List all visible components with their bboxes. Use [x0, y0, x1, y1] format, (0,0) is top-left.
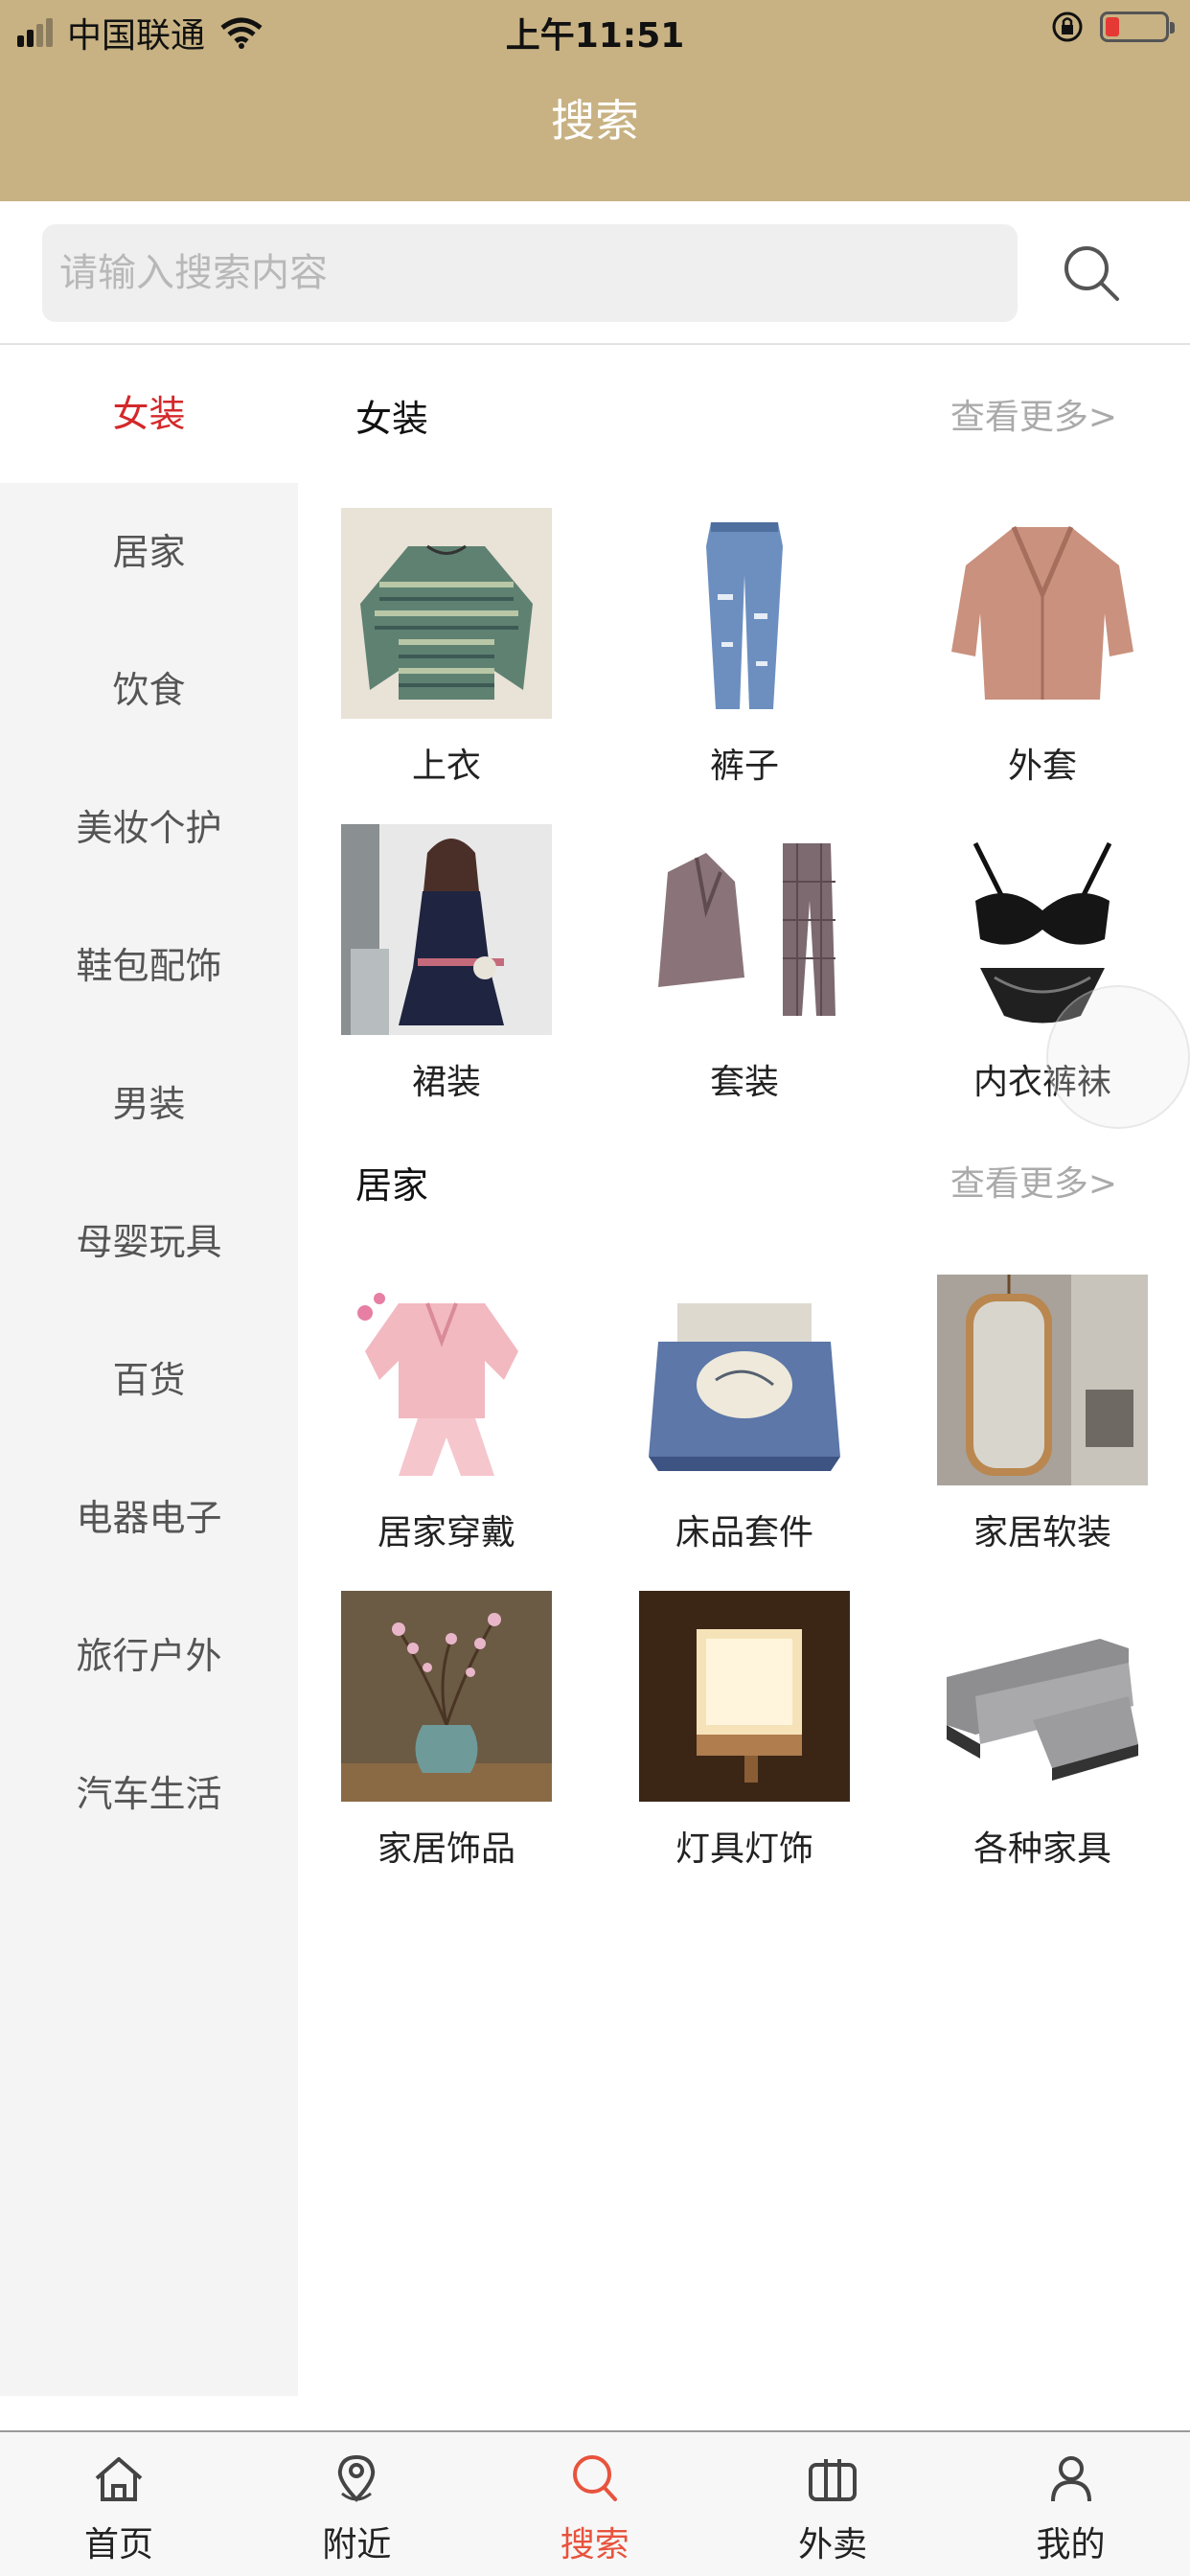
lamp-image [639, 1591, 850, 1802]
section-header: 女装 查看更多> [298, 364, 1190, 460]
sidebar-item-womens[interactable]: 女装 [0, 345, 298, 483]
item-label: 居家穿戴 [377, 1513, 515, 1552]
coat-image [937, 508, 1148, 719]
vase-image [341, 1591, 552, 1802]
sidebar-item-general[interactable]: 百货 [0, 1311, 298, 1449]
section-header: 居家 查看更多> [298, 1131, 1190, 1227]
tab-bar: 首页 附近 搜索 外卖 我的 [0, 2430, 1190, 2576]
sidebar-item-beauty[interactable]: 美妆个护 [0, 759, 298, 897]
sidebar-item-home[interactable]: 居家 [0, 483, 298, 621]
sidebar-item-travel[interactable]: 旅行户外 [0, 1587, 298, 1725]
status-right [1050, 10, 1175, 44]
takeout-icon [809, 2459, 858, 2501]
bedding-image [639, 1275, 850, 1485]
tab-home[interactable]: 首页 [0, 2432, 238, 2576]
home-icon [95, 2457, 143, 2501]
search-row [0, 201, 1190, 345]
status-bar: 中国联通 上午11:51 [0, 0, 1190, 58]
item-label: 灯具灯饰 [675, 1829, 813, 1869]
tab-nearby[interactable]: 附近 [238, 2432, 475, 2576]
category-item[interactable]: 上衣 [341, 508, 552, 795]
section-title: 居家 [355, 1164, 429, 1207]
tab-search[interactable]: 搜索 [476, 2432, 714, 2576]
sidebar-item-food[interactable]: 饮食 [0, 621, 298, 759]
category-item[interactable]: 床品套件 [639, 1275, 850, 1562]
search-icon [572, 2455, 617, 2501]
item-label: 裤子 [709, 747, 779, 786]
category-item[interactable]: 家居软装 [937, 1275, 1148, 1562]
category-item[interactable]: 外套 [937, 508, 1148, 795]
sidebar-item-shoes-bags[interactable]: 鞋包配饰 [0, 897, 298, 1035]
status-time: 上午11:51 [505, 16, 685, 56]
category-item[interactable]: 各种家具 [937, 1591, 1148, 1878]
sidebar-item-electronics[interactable]: 电器电子 [0, 1449, 298, 1587]
tab-takeout[interactable]: 外卖 [714, 2432, 951, 2576]
category-item[interactable]: 裙装 [341, 824, 552, 1112]
tab-label: 搜索 [560, 2525, 629, 2564]
dress-image [341, 824, 552, 1035]
item-label: 裙装 [411, 1063, 481, 1102]
sweater-image [341, 508, 552, 719]
user-icon [1050, 2456, 1091, 2502]
item-label: 家居饰品 [377, 1829, 515, 1869]
sidebar-item-baby-toys[interactable]: 母婴玩具 [0, 1173, 298, 1311]
jeans-image [639, 508, 850, 719]
category-content: 女装 查看更多> 上衣 裤子 外套 裙装 套装 内衣裤袜 居家 查看更多> 居家… [298, 345, 1190, 2396]
tab-label: 外卖 [798, 2525, 868, 2564]
item-label: 家居软装 [973, 1513, 1111, 1552]
pajamas-image [341, 1275, 552, 1485]
item-label: 上衣 [411, 747, 481, 786]
page-title: 搜索 [551, 95, 639, 147]
see-more-link[interactable]: 查看更多> [950, 1156, 1117, 1206]
location-icon [338, 2454, 376, 2502]
search-input[interactable] [42, 224, 1018, 322]
top-bar: 中国联通 上午11:51 搜索 [0, 0, 1190, 201]
sidebar-item-mens[interactable]: 男装 [0, 1035, 298, 1173]
category-sidebar: 女装 居家 饮食 美妆个护 鞋包配饰 男装 母婴玩具 百货 电器电子 旅行户外 … [0, 345, 298, 2396]
tab-label: 我的 [1036, 2525, 1106, 2564]
suit-image [639, 824, 850, 1035]
sidebar-item-auto[interactable]: 汽车生活 [0, 1725, 298, 1863]
category-item[interactable]: 居家穿戴 [341, 1275, 552, 1562]
category-item[interactable]: 灯具灯饰 [639, 1591, 850, 1878]
item-label: 外套 [1007, 747, 1077, 786]
item-label: 各种家具 [973, 1829, 1111, 1869]
tab-profile[interactable]: 我的 [952, 2432, 1190, 2576]
assistive-touch-button[interactable] [1046, 985, 1190, 1129]
battery-icon [1100, 12, 1175, 42]
sofa-image [937, 1591, 1148, 1802]
tab-label: 附近 [322, 2525, 392, 2564]
search-button[interactable] [1058, 240, 1125, 307]
mirror-image [937, 1275, 1148, 1485]
tab-label: 首页 [83, 2525, 153, 2564]
item-label: 床品套件 [675, 1513, 813, 1552]
category-item[interactable]: 套装 [639, 824, 850, 1112]
rotation-lock-icon [1052, 12, 1083, 42]
category-item[interactable]: 家居饰品 [341, 1591, 552, 1878]
section-title: 女装 [355, 398, 429, 440]
see-more-link[interactable]: 查看更多> [950, 389, 1117, 439]
category-item[interactable]: 裤子 [639, 508, 850, 795]
item-label: 套装 [709, 1063, 779, 1102]
